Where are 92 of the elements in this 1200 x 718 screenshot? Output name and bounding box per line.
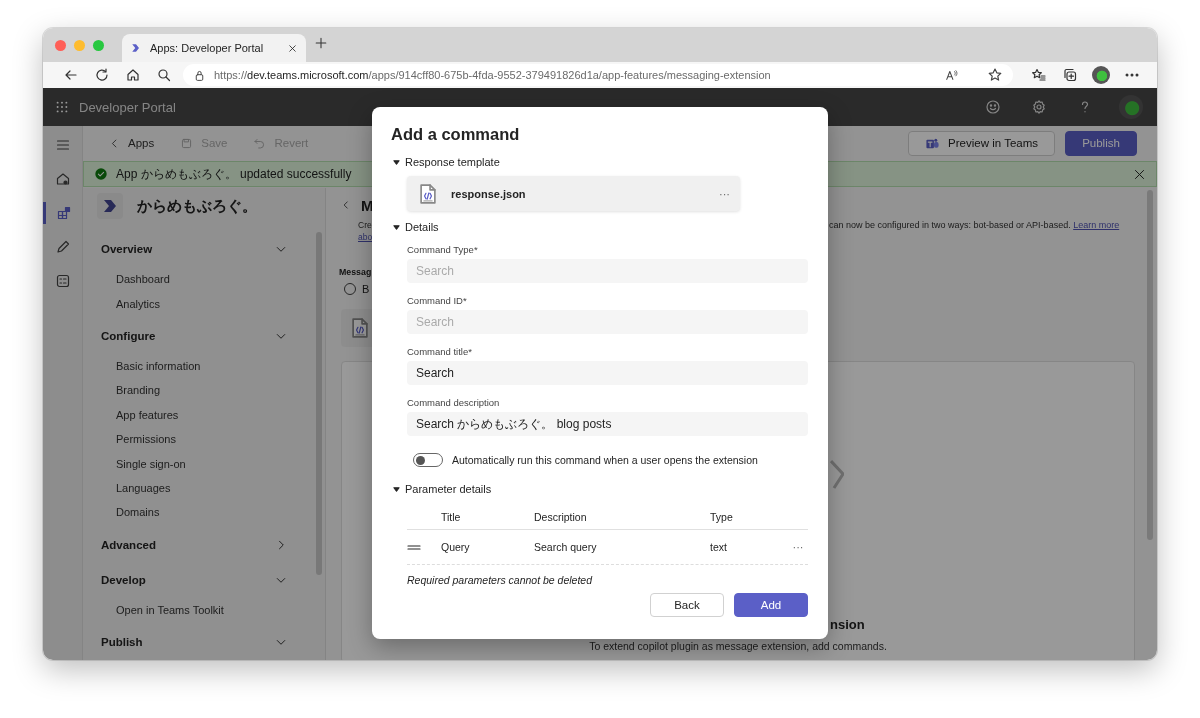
- add-button[interactable]: Add: [734, 593, 808, 617]
- arrow-logo-icon: [130, 42, 142, 54]
- section-label: Messag: [339, 267, 372, 277]
- check-circle-icon: [94, 167, 108, 181]
- app-title: Developer Portal: [79, 99, 177, 115]
- column-header: Title: [441, 511, 462, 523]
- more-button[interactable]: ···: [719, 187, 730, 200]
- page-heading: M: [361, 196, 374, 214]
- home-icon: [54, 171, 71, 187]
- nav-group-header[interactable]: Overview: [97, 234, 293, 264]
- description-text: Cre: [358, 219, 372, 231]
- favorites-icon: [1030, 67, 1047, 83]
- field-label: Command Type*: [407, 242, 479, 256]
- nav-group-header[interactable]: Publish: [97, 626, 293, 657]
- pencil-icon: [54, 239, 71, 255]
- undo-icon: [253, 136, 267, 150]
- input-field[interactable]: Search からめもぶろぐ。 blog posts: [407, 412, 808, 436]
- nav-item[interactable]: Basic information: [97, 353, 207, 379]
- search-icon: [155, 67, 172, 83]
- star-icon: [987, 67, 1003, 83]
- caret-down-icon: [393, 223, 400, 231]
- nav-item[interactable]: Branding: [97, 378, 167, 403]
- input-field[interactable]: Search: [407, 361, 808, 385]
- description-link[interactable]: abo: [358, 231, 373, 243]
- checklist-icon: [54, 273, 71, 289]
- field-label: Command description: [407, 395, 501, 409]
- note-text: Required parameters cannot be deleted: [407, 574, 594, 586]
- address-bar[interactable]: https://dev.teams.microsoft.com/apps/914cff80-675b-4fda-9552-379491826d1a/app-features/messaging-extension: [183, 64, 1013, 86]
- reload-icon: [93, 67, 110, 83]
- save-icon: [180, 136, 194, 150]
- nav-item[interactable]: Open in Teams Toolkit: [97, 597, 230, 622]
- settings-icon: [1031, 99, 1047, 115]
- collections-icon: [1061, 67, 1078, 83]
- empty-state-title: nsion: [830, 617, 865, 632]
- back-link[interactable]: Apps: [109, 137, 155, 149]
- nav-group-header[interactable]: Develop: [97, 564, 293, 595]
- field-label: Command title*: [407, 344, 473, 358]
- more-button[interactable]: ···: [788, 541, 808, 553]
- menu-icon: [54, 137, 71, 153]
- column-header: Description: [534, 511, 588, 523]
- column-header: Type: [710, 511, 734, 523]
- publish-button[interactable]: Publish: [1065, 130, 1137, 156]
- apps-icon: [56, 205, 72, 221]
- close-icon: [287, 42, 298, 54]
- new-tab-icon: [314, 36, 328, 50]
- field-label: Command ID*: [407, 293, 468, 307]
- caret-down-icon: [393, 485, 400, 493]
- nav-item[interactable]: App features: [97, 402, 185, 427]
- app-launcher-icon: [55, 100, 69, 114]
- app-logo-icon: [97, 193, 123, 219]
- file-card[interactable]: response.json ···: [407, 176, 740, 211]
- chevron-left-icon: [341, 200, 351, 210]
- input-field[interactable]: Search: [407, 259, 808, 283]
- nav-group-header[interactable]: Configure: [97, 320, 293, 351]
- section-toggle[interactable]: Parameter details: [391, 480, 808, 498]
- preview-button[interactable]: Preview in Teams: [908, 130, 1055, 156]
- browser-tab[interactable]: Apps: Developer Portal: [122, 34, 306, 62]
- lock-icon: [193, 68, 206, 82]
- learn-more-link[interactable]: Learn more: [1073, 220, 1120, 230]
- nav-item[interactable]: Dashboard: [97, 267, 176, 292]
- toggle-switch[interactable]: [413, 453, 443, 467]
- scrollbar[interactable]: [316, 232, 322, 575]
- nav-item[interactable]: Domains: [97, 500, 166, 525]
- nav-item[interactable]: Analytics: [97, 291, 167, 316]
- code-file-icon: [349, 315, 371, 341]
- illustration-drawing: [830, 458, 844, 490]
- home-icon: [124, 67, 141, 83]
- nav-item[interactable]: Permissions: [97, 426, 182, 452]
- dialog-title: Add a command: [391, 125, 521, 144]
- app-name: からめもぶろぐ。: [137, 196, 257, 216]
- toggle-label: Automatically run this command when a user opens the extension: [452, 454, 758, 466]
- nav-item[interactable]: Languages: [97, 475, 177, 501]
- section-toggle[interactable]: Details: [391, 218, 808, 236]
- banner-message: App からめもぶろぐ。 updated successfully: [116, 165, 353, 183]
- nav-item[interactable]: Single sign-on: [97, 451, 192, 476]
- close-icon: [1133, 167, 1146, 181]
- nav-group-header[interactable]: Advanced: [97, 529, 293, 560]
- read-aloud-icon: [945, 68, 959, 82]
- scrollbar[interactable]: [1147, 190, 1153, 540]
- caret-down-icon: [393, 158, 400, 166]
- close-window-button[interactable]: [55, 39, 66, 51]
- table-cell-text: Query: [441, 541, 471, 553]
- input-field[interactable]: Search: [407, 310, 808, 334]
- profile-avatar[interactable]: [1091, 66, 1110, 84]
- table-cell-text: text: [710, 541, 728, 553]
- table-cell-text: Search query: [534, 541, 598, 553]
- smiley-icon: [985, 99, 1001, 115]
- empty-state-text: To extend copilot plugin as message extension, add commands.: [589, 640, 887, 652]
- radio-label: B: [362, 283, 370, 295]
- url-text: https://dev.teams.microsoft.com/apps/914cff80-675b-4fda-9552-379491826d1a/app-features/messaging-extension: [214, 69, 772, 81]
- back-button[interactable]: Back: [650, 593, 724, 617]
- section-toggle[interactable]: Response template: [391, 153, 808, 171]
